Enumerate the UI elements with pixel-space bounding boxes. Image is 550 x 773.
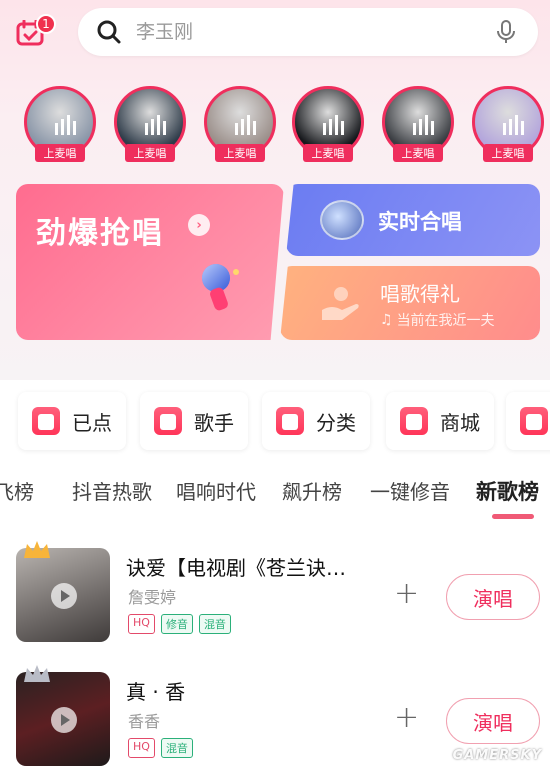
mall-icon (400, 407, 428, 435)
active-tab-indicator (492, 514, 534, 519)
song-tag: HQ (128, 614, 155, 634)
tab-1[interactable]: 抖音热歌 (72, 476, 152, 505)
equalizer-icon (145, 115, 166, 135)
live-room-avatar[interactable]: 上麦唱 (202, 86, 278, 166)
tab-0[interactable]: 飞榜 (0, 476, 34, 505)
song-tag: HQ (128, 738, 155, 758)
quick-item-label: 分类 (316, 410, 356, 435)
search-icon (97, 20, 121, 44)
already-ordered-icon (32, 407, 60, 435)
sing-gift-title: 唱歌得礼 (380, 282, 460, 306)
quick-grab-title: 劲爆抢唱 (36, 216, 164, 251)
song-title: 诀爱【电视剧《苍兰诀… (126, 556, 346, 580)
play-icon[interactable] (51, 583, 77, 609)
quick-categories: 已点 歌手 分类 商城 (0, 392, 550, 452)
quick-item-categories[interactable]: 分类 (262, 392, 370, 450)
sing-button[interactable]: 演唱 (446, 574, 540, 620)
tab-3[interactable]: 飙升榜 (282, 476, 342, 505)
live-room-avatar[interactable]: 上麦唱 (470, 86, 546, 166)
join-mic-label: 上麦唱 (35, 144, 85, 162)
tab-5[interactable]: 新歌榜 (476, 476, 539, 506)
equalizer-icon (55, 115, 76, 135)
song-tags: HQ 混音 (128, 738, 193, 758)
calendar-button[interactable]: 1 (16, 14, 56, 50)
song-artist: 香香 (128, 712, 161, 731)
chevron-right-icon: › (188, 214, 210, 236)
crown-icon (24, 541, 50, 558)
song-cover[interactable] (16, 672, 110, 766)
song-artist: 詹雯婷 (128, 588, 177, 607)
tab-4[interactable]: 一键修音 (370, 476, 450, 505)
quick-item-label: 商城 (440, 410, 480, 435)
add-icon[interactable]: + (394, 576, 419, 611)
quick-item-label: 歌手 (194, 410, 234, 435)
song-tags: HQ 修音 混音 (128, 614, 231, 634)
song-title: 真 · 香 (126, 680, 186, 704)
quick-item-more[interactable] (506, 392, 550, 450)
music-note-icon: ♫ (380, 312, 393, 328)
join-mic-label: 上麦唱 (303, 144, 353, 162)
join-mic-label: 上麦唱 (215, 144, 265, 162)
sing-gift-card[interactable]: 唱歌得礼 ♫ 当前在我近一夫 (280, 266, 540, 340)
equalizer-icon (235, 115, 256, 135)
sing-button[interactable]: 演唱 (446, 698, 540, 744)
notification-badge: 1 (36, 14, 56, 34)
microphone-art-icon (202, 264, 239, 311)
live-room-avatar[interactable]: 上麦唱 (290, 86, 366, 166)
live-room-avatars: 上麦唱 上麦唱 上麦唱 上麦唱 上麦唱 上麦唱 (0, 86, 550, 166)
hand-gift-icon (322, 287, 359, 320)
quick-item-already-ordered[interactable]: 已点 (18, 392, 126, 450)
song-row[interactable]: 诀爱【电视剧《苍兰诀… 詹雯婷 HQ 修音 混音 + 演唱 (0, 541, 550, 654)
search-input[interactable] (136, 21, 466, 43)
song-tag: 混音 (160, 738, 193, 758)
more-icon (520, 407, 548, 435)
equalizer-icon (323, 115, 344, 135)
play-icon[interactable] (51, 707, 77, 733)
live-chorus-card[interactable]: 实时合唱 (286, 184, 540, 256)
join-mic-label: 上麦唱 (393, 144, 443, 162)
rank-badge-icon (24, 665, 50, 682)
join-mic-label: 上麦唱 (483, 144, 533, 162)
quick-item-mall[interactable]: 商城 (386, 392, 494, 450)
search-bar[interactable] (78, 8, 538, 56)
tab-2[interactable]: 唱响时代 (176, 476, 256, 505)
quick-item-label: 已点 (72, 410, 112, 435)
add-icon[interactable]: + (394, 700, 419, 735)
quick-item-singers[interactable]: 歌手 (140, 392, 248, 450)
quick-grab-card[interactable]: 劲爆抢唱 › (16, 184, 284, 340)
watermark: GAMERSKY (452, 748, 542, 763)
live-chorus-title: 实时合唱 (378, 210, 462, 234)
live-room-avatar[interactable]: 上麦唱 (112, 86, 188, 166)
song-tag: 修音 (160, 614, 193, 634)
singers-icon (154, 407, 182, 435)
song-cover[interactable] (16, 548, 110, 642)
equalizer-icon (503, 115, 524, 135)
microphone-icon[interactable] (496, 19, 516, 45)
chart-tabs: 飞榜 抖音热歌 唱响时代 飙升榜 一键修音 新歌榜 (0, 468, 550, 518)
live-room-avatar[interactable]: 上麦唱 (22, 86, 98, 166)
equalizer-icon (413, 115, 434, 135)
chorus-icon (320, 200, 364, 240)
join-mic-label: 上麦唱 (125, 144, 175, 162)
sing-gift-subtitle: ♫ 当前在我近一夫 (380, 310, 495, 330)
categories-icon (276, 407, 304, 435)
sing-gift-subtitle-text: 当前在我近一夫 (396, 313, 495, 329)
song-tag: 混音 (198, 614, 231, 634)
live-room-avatar[interactable]: 上麦唱 (380, 86, 456, 166)
